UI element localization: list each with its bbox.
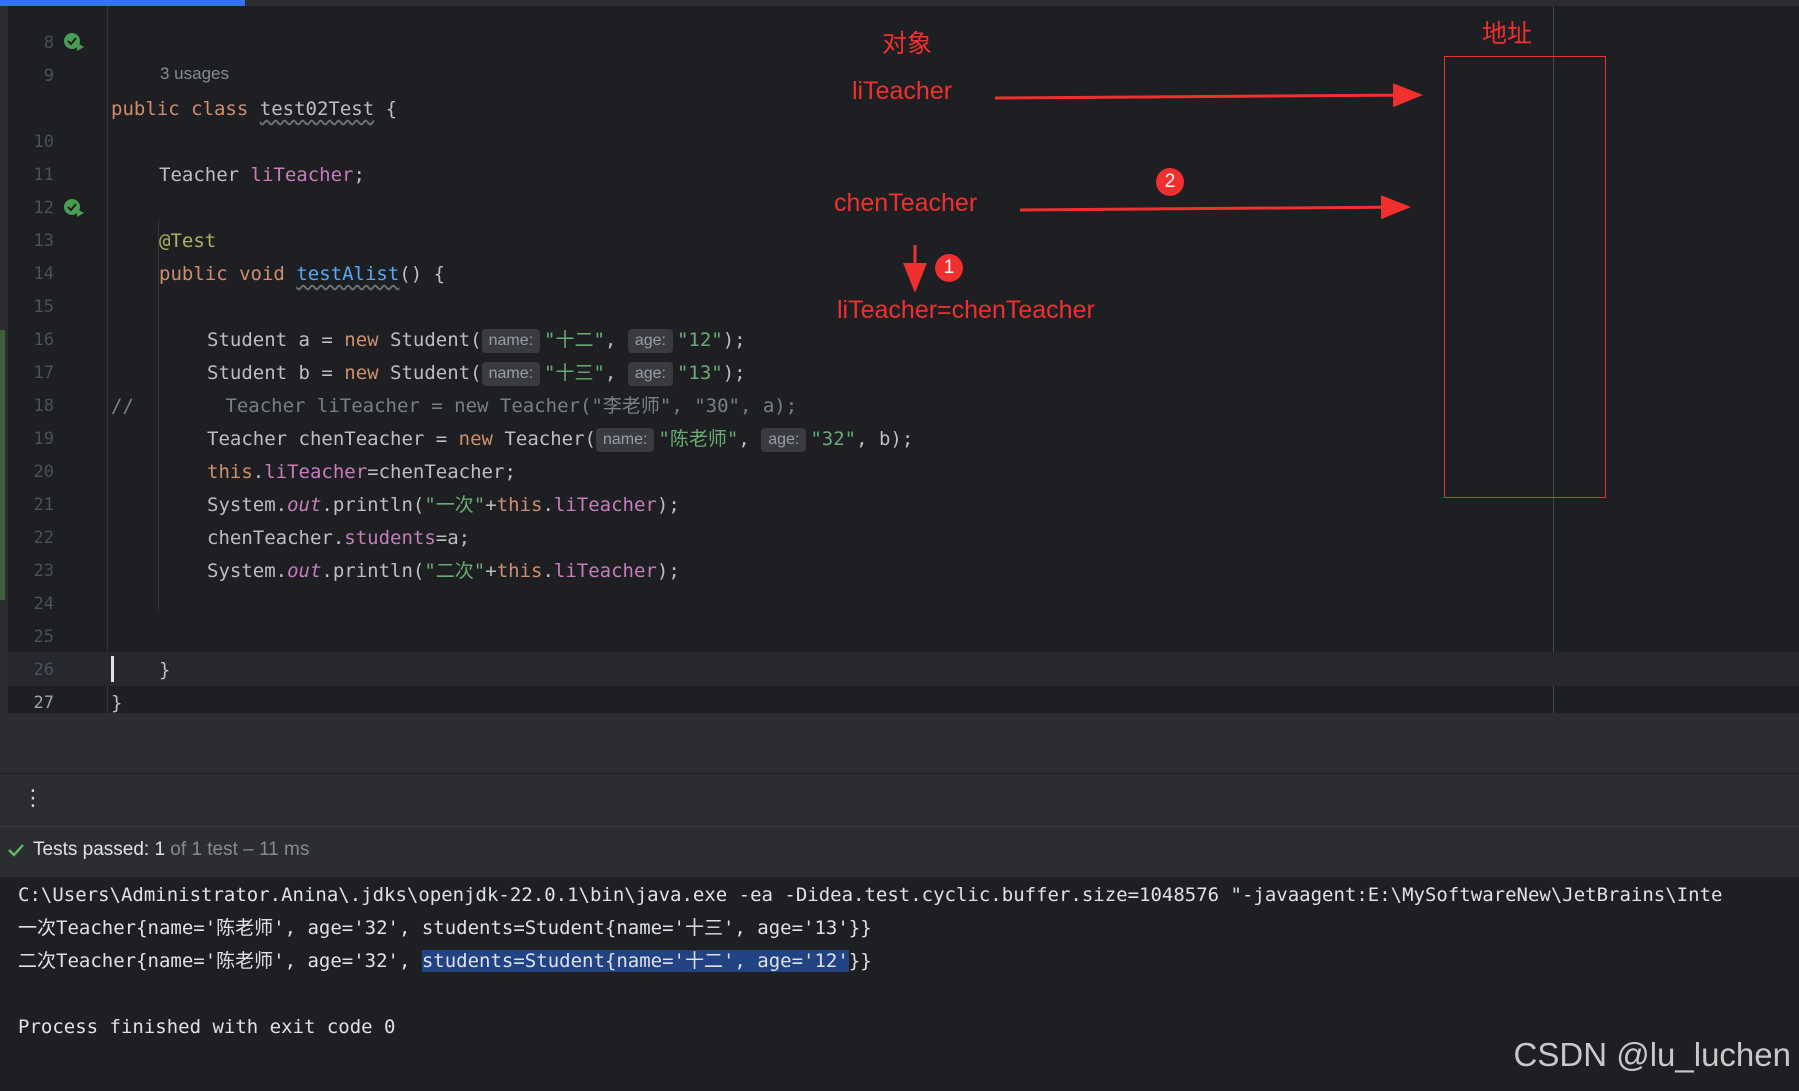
usages-hint[interactable]: 3 usages — [160, 64, 229, 84]
code-line[interactable]: 25 } — [0, 588, 1799, 681]
test-status-bar: Tests passed: 1 of 1 test – 11 ms — [0, 826, 1799, 877]
watermark: CSDN @lu_luchen — [1513, 1036, 1791, 1073]
process-finished-line: Process finished with exit code 0 — [18, 1016, 396, 1038]
more-options-icon[interactable]: ⋮ — [22, 786, 44, 811]
code-editor[interactable]: 8 9 public class test02Test { 3 usages 1… — [0, 0, 1799, 713]
chenteacher-label: chenTeacher — [834, 189, 978, 217]
selected-text: students=Student{name='十二', age='12' — [421, 950, 849, 972]
run-toolbar: ⋮ — [0, 773, 1799, 826]
panel-separator — [0, 713, 1799, 773]
code-line[interactable]: 28 — [0, 687, 1799, 713]
code-line[interactable]: 26 } — [0, 621, 1799, 713]
run-test-icon[interactable] — [62, 196, 86, 220]
line-number: 9 — [43, 66, 54, 86]
object-label: 对象 — [882, 30, 933, 58]
step-1-badge: 1 — [935, 254, 963, 282]
code-line[interactable]: 23 — [0, 522, 1799, 581]
address-box — [1444, 56, 1606, 498]
run-test-icon[interactable] — [62, 30, 86, 54]
check-icon — [8, 844, 24, 857]
code-line[interactable]: 24 — [0, 555, 1799, 614]
address-label: 地址 — [1482, 20, 1533, 48]
console-output-line: 一次Teacher{name='陈老师', age='32', students… — [18, 917, 872, 939]
liteacher-label: liTeacher — [852, 77, 953, 105]
step-2-badge: 2 — [1156, 168, 1184, 196]
text-cursor — [111, 656, 114, 682]
console-command-line: C:\Users\Administrator.Anina\.jdks\openj… — [18, 884, 1723, 906]
assignment-label: liTeacher=chenTeacher — [837, 296, 1095, 324]
tests-passed-text: Tests passed: 1 of 1 test – 11 ms — [33, 839, 310, 860]
console-output-line: 二次Teacher{name='陈老师', age='32', students… — [18, 950, 872, 972]
code-line[interactable]: 27 — [0, 654, 1799, 713]
